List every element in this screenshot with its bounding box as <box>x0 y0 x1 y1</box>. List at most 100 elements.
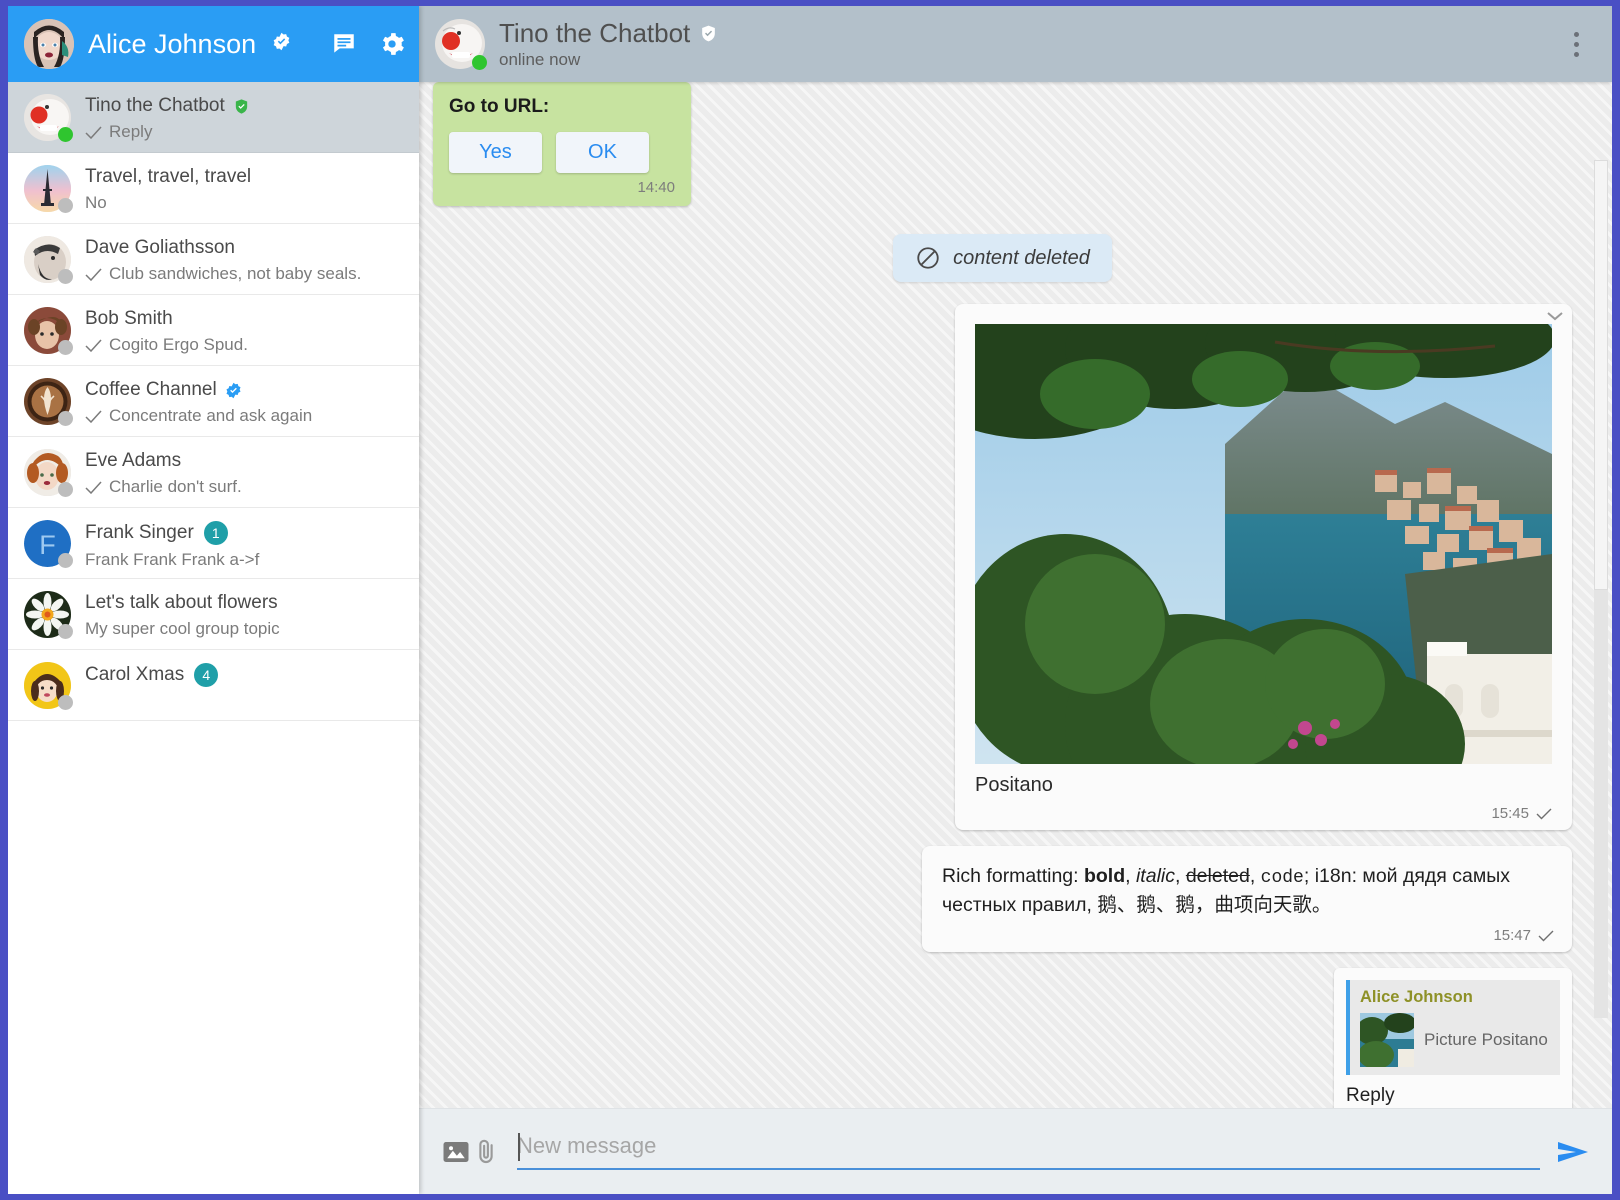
chat-item-preview-text: Concentrate and ask again <box>109 406 313 425</box>
chat-list-item[interactable]: Dave Goliathsson Club sandwiches, not ba… <box>8 224 419 295</box>
presence-dot <box>58 127 73 142</box>
gear-icon[interactable] <box>379 31 405 57</box>
peer-meta: Tino the Chatbot online now <box>499 18 718 70</box>
rich-bold: bold <box>1083 865 1126 887</box>
message-row: Positano 15:45 <box>433 282 1572 830</box>
presence-dot <box>58 695 73 710</box>
composer <box>419 1108 1612 1194</box>
chat-item-preview-text: My super cool group topic <box>85 619 280 638</box>
rich-sep-1: , <box>1125 865 1136 887</box>
peer-name: Tino the Chatbot <box>499 18 718 49</box>
avatar <box>24 94 73 142</box>
chat-item-title-line: Coffee Channel <box>85 379 409 401</box>
chat-item-preview: Club sandwiches, not baby seals. <box>85 264 409 284</box>
account-name: Alice Johnson <box>88 29 291 60</box>
conversation-panel: Tino the Chatbot online now Go to URL: Y… <box>419 6 1612 1194</box>
chat-list-item[interactable]: Tino the Chatbot Reply <box>8 82 419 153</box>
single-check-icon <box>85 125 102 139</box>
paperclip-icon[interactable] <box>471 1137 501 1167</box>
message-row: content deleted <box>433 206 1572 282</box>
chat-item-title: Bob Smith <box>85 308 173 329</box>
chevron-down-icon[interactable] <box>1545 309 1565 323</box>
avatar <box>24 449 73 497</box>
chat-item-title: Let's talk about flowers <box>85 592 278 613</box>
single-check-icon <box>1538 930 1554 942</box>
chat-list-item[interactable]: F Frank Singer 1 Frank Frank Frank a->f <box>8 508 419 579</box>
chat-list-item[interactable]: Let's talk about flowers My super cool g… <box>8 579 419 650</box>
chat-item-text: Carol Xmas 4 <box>85 662 409 687</box>
chat-item-text: Dave Goliathsson Club sandwiches, not ba… <box>85 236 409 284</box>
rich-strikethrough: deleted <box>1185 865 1250 887</box>
message-timestamp: 15:45 <box>1491 805 1529 822</box>
chat-item-title-line: Travel, travel, travel <box>85 166 409 188</box>
avatar <box>24 591 73 639</box>
ok-button[interactable]: OK <box>556 132 649 173</box>
chat-list-item[interactable]: Bob Smith Cogito Ergo Spud. <box>8 295 419 366</box>
verified-shield-icon <box>235 98 247 114</box>
avatar[interactable] <box>24 19 74 69</box>
chat-item-title: Eve Adams <box>85 450 182 471</box>
image-icon[interactable] <box>441 1137 471 1167</box>
message-row: Rich formatting: bold, italic, deleted, … <box>433 830 1572 953</box>
single-check-icon <box>85 409 102 423</box>
message-bubble-reply[interactable]: Alice Johnson Picture Positano Reply <box>1334 968 1572 1108</box>
content-deleted-label: content deleted <box>953 246 1090 269</box>
message-scrollbar-thumb[interactable] <box>1594 160 1608 590</box>
rich-sep-2: , <box>1174 865 1186 887</box>
chat-item-preview-text: Cogito Ergo Spud. <box>109 335 248 354</box>
yes-button[interactable]: Yes <box>449 132 542 173</box>
message-timestamp: 14:40 <box>637 179 675 196</box>
message-meta: 15:47 <box>942 927 1554 944</box>
rich-prefix: Rich formatting: <box>942 865 1084 887</box>
message-scrollbar[interactable] <box>1594 160 1608 1018</box>
message-row: Go to URL: Yes OK 14:40 <box>433 82 1572 206</box>
presence-dot <box>58 624 73 639</box>
photo-attachment[interactable] <box>975 324 1552 764</box>
chat-list-item[interactable]: Travel, travel, travel No <box>8 153 419 224</box>
app-window: Alice Johnson Tino the Chatbot Reply Tra… <box>0 0 1620 1200</box>
single-check-icon <box>85 267 102 281</box>
rich-italic: italic <box>1135 865 1175 887</box>
chat-list-item[interactable]: Coffee Channel Concentrate and ask again <box>8 366 419 437</box>
rich-sep-4: ; i18n: <box>1303 865 1363 887</box>
chat-list-item[interactable]: Eve Adams Charlie don't surf. <box>8 437 419 508</box>
chat-item-preview: Cogito Ergo Spud. <box>85 335 409 355</box>
chat-item-title: Coffee Channel <box>85 379 217 400</box>
message-meta: 15:45 <box>975 805 1552 822</box>
chat-item-text: Travel, travel, travel No <box>85 165 409 213</box>
single-check-icon <box>85 338 102 352</box>
chat-item-preview: Reply <box>85 122 409 142</box>
send-icon[interactable] <box>1554 1137 1592 1167</box>
message-bubble-goto-url[interactable]: Go to URL: Yes OK 14:40 <box>433 82 691 206</box>
content-deleted-pill: content deleted <box>893 234 1112 282</box>
unread-badge: 1 <box>203 521 228 545</box>
chat-item-title: Tino the Chatbot <box>85 95 225 116</box>
message-bubble-photo[interactable]: Positano 15:45 <box>955 304 1572 830</box>
chat-list-item[interactable]: Carol Xmas 4 <box>8 650 419 721</box>
avatar: F <box>24 520 73 568</box>
rich-code: code <box>1260 868 1304 888</box>
message-list[interactable]: Go to URL: Yes OK 14:40 content deleted … <box>419 82 1612 1108</box>
goto-url-title: Go to URL: <box>449 96 550 117</box>
presence-dot <box>58 411 73 426</box>
chat-item-title-line: Tino the Chatbot <box>85 95 409 117</box>
verified-shield-icon <box>702 25 716 42</box>
composer-input-wrap[interactable] <box>517 1133 1540 1170</box>
blocked-icon <box>917 247 939 269</box>
chat-item-text: Frank Singer 1 Frank Frank Frank a->f <box>85 520 409 570</box>
goto-url-buttons: Yes OK <box>449 132 675 173</box>
chat-item-title-line: Dave Goliathsson <box>85 237 409 259</box>
chat-item-title: Travel, travel, travel <box>85 166 252 187</box>
message-bubble-rich-text[interactable]: Rich formatting: bold, italic, deleted, … <box>922 846 1572 953</box>
account-name-label: Alice Johnson <box>88 28 257 59</box>
chat-item-preview-text: Club sandwiches, not baby seals. <box>109 264 362 283</box>
chat-list[interactable]: Tino the Chatbot Reply Travel, travel, t… <box>8 82 419 1194</box>
quoted-message[interactable]: Alice Johnson Picture Positano <box>1346 980 1560 1076</box>
chat-bubble-icon[interactable] <box>331 31 357 57</box>
quote-body: Picture Positano <box>1360 1013 1552 1068</box>
avatar[interactable] <box>435 19 487 70</box>
chat-item-title: Frank Singer <box>85 522 194 543</box>
message-timestamp: 15:47 <box>1493 927 1531 945</box>
message-input[interactable] <box>517 1133 1540 1159</box>
overflow-menu-icon[interactable] <box>1562 28 1590 60</box>
